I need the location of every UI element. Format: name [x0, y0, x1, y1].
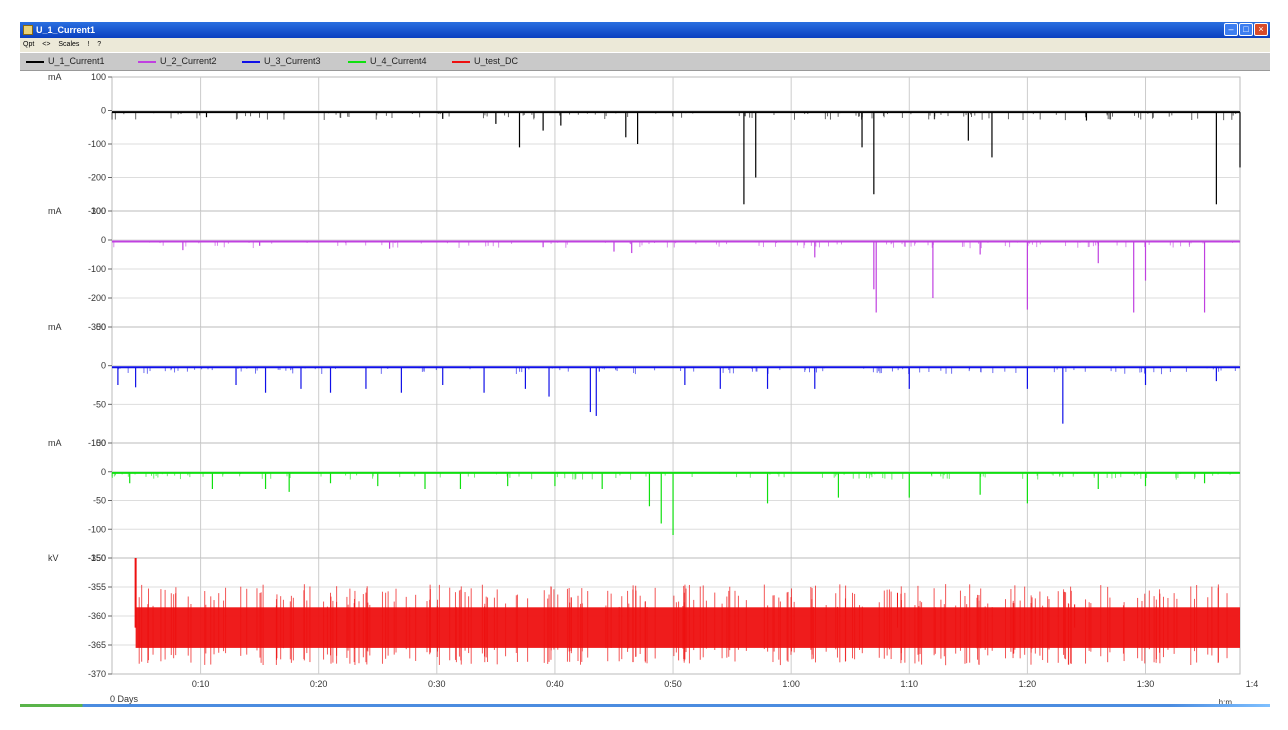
x-tick-label: 0:10 — [192, 679, 210, 689]
legend-label-u4: U_4_Current4 — [370, 56, 427, 66]
y-unit-label: mA — [48, 206, 62, 216]
title-bar[interactable]: U_1_Current1 – □ × — [20, 22, 1270, 38]
legend-item-u4[interactable]: U_4_Current4 — [348, 53, 427, 70]
y-tick-label: -50 — [93, 496, 106, 506]
menu-options[interactable]: Qpt — [20, 38, 37, 52]
legend-swatch-udc — [452, 60, 470, 63]
chart-area[interactable]: 100 0 -100 -200 -300 mA 100 0 -100 -200 -300 mA 50 0-… — [20, 69, 1270, 706]
y-tick-label: -355 — [88, 582, 106, 592]
y-tick-label: -100 — [88, 524, 106, 534]
x-tick-label: 1:10 — [901, 679, 919, 689]
y-tick-label: 100 — [91, 72, 106, 82]
x-tick-label: 0:50 — [664, 679, 682, 689]
legend-swatch-u4 — [348, 60, 366, 63]
legend-item-u1[interactable]: U_1_Current1 — [26, 53, 105, 70]
y-unit-label: kV — [48, 553, 59, 563]
x-tick-label: 1:20 — [1019, 679, 1037, 689]
close-icon[interactable]: × — [1254, 23, 1268, 36]
menu-bar: Qpt <> Scales ! ? — [20, 38, 1270, 52]
legend-label-udc: U_test_DC — [474, 56, 519, 66]
window-title: U_1_Current1 — [36, 25, 96, 35]
x-tick-label: 1:30 — [1137, 679, 1155, 689]
x-tick-label: 0:30 — [428, 679, 446, 689]
y-tick-label: -100 — [88, 139, 106, 149]
x-start-label: 0 Days — [110, 694, 139, 704]
y-tick-label: -100 — [88, 264, 106, 274]
y-unit-label: mA — [48, 438, 62, 448]
legend-swatch-u1 — [26, 60, 44, 63]
legend-item-udc[interactable]: U_test_DC — [452, 53, 518, 70]
y-tick-label: -350 — [88, 553, 106, 563]
y-tick-label: 0 — [101, 235, 106, 245]
chart-svg[interactable]: 1000-100-200-300mA1000-100-200-300mA500-… — [20, 69, 1270, 706]
y-tick-label: 0 — [101, 361, 106, 371]
x-tick-label: 0:40 — [546, 679, 564, 689]
maximize-icon[interactable]: □ — [1239, 23, 1253, 36]
y-tick-label: -370 — [88, 669, 106, 679]
y-tick-label: 50 — [96, 322, 106, 332]
y-tick-label: 0 — [101, 467, 106, 477]
legend-label-u1: U_1_Current1 — [48, 56, 105, 66]
y-unit-label: mA — [48, 322, 62, 332]
menu-navigate[interactable]: <> — [39, 38, 53, 52]
legend-swatch-u2 — [138, 60, 156, 63]
y-tick-label: -365 — [88, 640, 106, 650]
y-tick-label: 100 — [91, 206, 106, 216]
y-tick-label: -50 — [93, 399, 106, 409]
app-icon — [23, 25, 33, 35]
legend-label-u2: U_2_Current2 — [160, 56, 217, 66]
y-tick-label: 0 — [101, 106, 106, 116]
x-tick-label: 1:00 — [782, 679, 800, 689]
menu-scales[interactable]: Scales — [55, 38, 82, 52]
menu-help[interactable]: ? — [94, 38, 104, 52]
menu-exclaim[interactable]: ! — [84, 38, 92, 52]
legend-item-u3[interactable]: U_3_Current3 — [242, 53, 321, 70]
y-unit-label: mA — [48, 72, 62, 82]
legend-item-u2[interactable]: U_2_Current2 — [138, 53, 217, 70]
y-tick-label: 50 — [96, 438, 106, 448]
scroll-strip[interactable] — [20, 704, 1270, 707]
legend-swatch-u3 — [242, 60, 260, 63]
app-window: U_1_Current1 – □ × Qpt <> Scales ! ? U_1… — [20, 22, 1270, 706]
y-tick-label: -200 — [88, 173, 106, 183]
x-tick-label: 1:4 — [1246, 679, 1259, 689]
x-tick-label: 0:20 — [310, 679, 328, 689]
y-tick-label: -200 — [88, 293, 106, 303]
minimize-icon[interactable]: – — [1224, 23, 1238, 36]
y-tick-label: -360 — [88, 611, 106, 621]
panel-frame — [111, 326, 1241, 444]
legend-label-u3: U_3_Current3 — [264, 56, 321, 66]
